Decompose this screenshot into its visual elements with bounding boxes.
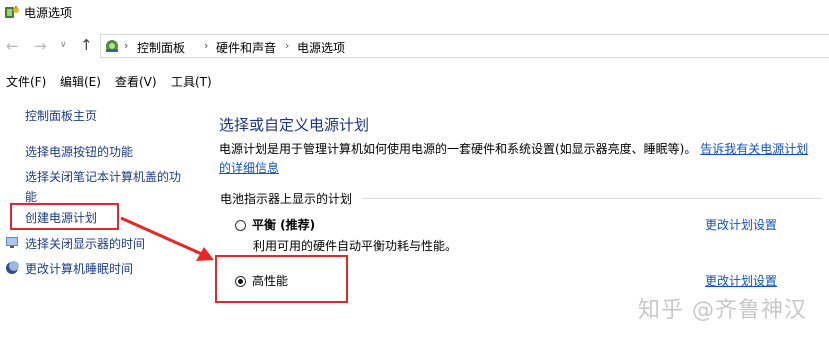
left-link-sleep-time[interactable]: 更改计算机睡眠时间 — [25, 259, 133, 279]
plan-balanced-description: 利用可用的硬件自动平衡功耗与性能。 — [253, 239, 458, 253]
back-arrow-icon[interactable]: ← — [6, 37, 19, 55]
breadcrumb-separator-icon: › — [124, 39, 129, 52]
title-bar — [0, 0, 829, 26]
recent-locations-chevron-icon[interactable]: ∨ — [60, 40, 67, 50]
group-divider — [362, 198, 822, 199]
menu-tools[interactable]: 工具(T) — [171, 73, 212, 90]
breadcrumb-control-panel[interactable]: 控制面板 — [137, 39, 185, 56]
sleep-moon-icon — [6, 261, 19, 274]
breadcrumb-separator-icon: › — [285, 39, 290, 52]
plan-high-performance-change-settings-link[interactable]: 更改计划设置 — [705, 272, 777, 289]
left-link-power-buttons[interactable]: 选择电源按钮的功能 — [25, 142, 133, 162]
menu-file[interactable]: 文件(F) — [6, 73, 46, 90]
plans-group-label: 电池指示器上显示的计划 — [220, 192, 353, 206]
annotation-box-high-performance — [215, 255, 348, 303]
plan-balanced-change-settings-link[interactable]: 更改计划设置 — [705, 216, 777, 233]
window-title: 电源选项 — [24, 6, 73, 20]
page-description: 电源计划是用于管理计算机如何使用电源的一套硬件和系统设置(如显示器亮度、睡眠等)… — [219, 140, 819, 178]
plan-balanced-name[interactable]: 平衡 (推荐) — [252, 216, 315, 233]
power-options-icon — [5, 6, 19, 18]
annotation-box-create-plan — [10, 203, 119, 230]
control-panel-icon — [106, 40, 118, 52]
annotation-arrow-icon — [120, 216, 214, 261]
breadcrumb-power-options[interactable]: 电源选项 — [297, 39, 345, 56]
left-link-control-panel-home[interactable]: 控制面板主页 — [25, 106, 97, 126]
forward-arrow-icon[interactable]: → — [34, 37, 47, 55]
address-bar[interactable] — [100, 34, 829, 58]
plan-balanced-radio[interactable] — [235, 220, 246, 231]
menu-view[interactable]: 查看(V) — [115, 73, 157, 90]
watermark: 知乎 @齐鲁神汉 — [638, 298, 807, 323]
page-heading: 选择或自定义电源计划 — [219, 116, 370, 134]
display-shield-icon — [6, 237, 18, 248]
menu-edit[interactable]: 编辑(E) — [60, 73, 101, 90]
breadcrumb-separator-icon: › — [204, 39, 209, 52]
description-text: 电源计划是用于管理计算机如何使用电源的一套硬件和系统设置(如显示器亮度、睡眠等)… — [219, 142, 697, 156]
breadcrumb-hardware-sound[interactable]: 硬件和声音 — [216, 39, 276, 56]
up-arrow-icon[interactable]: ↑ — [80, 36, 93, 54]
left-link-lid-close[interactable]: 选择关闭笔记本计算机盖的功能 — [25, 167, 190, 207]
